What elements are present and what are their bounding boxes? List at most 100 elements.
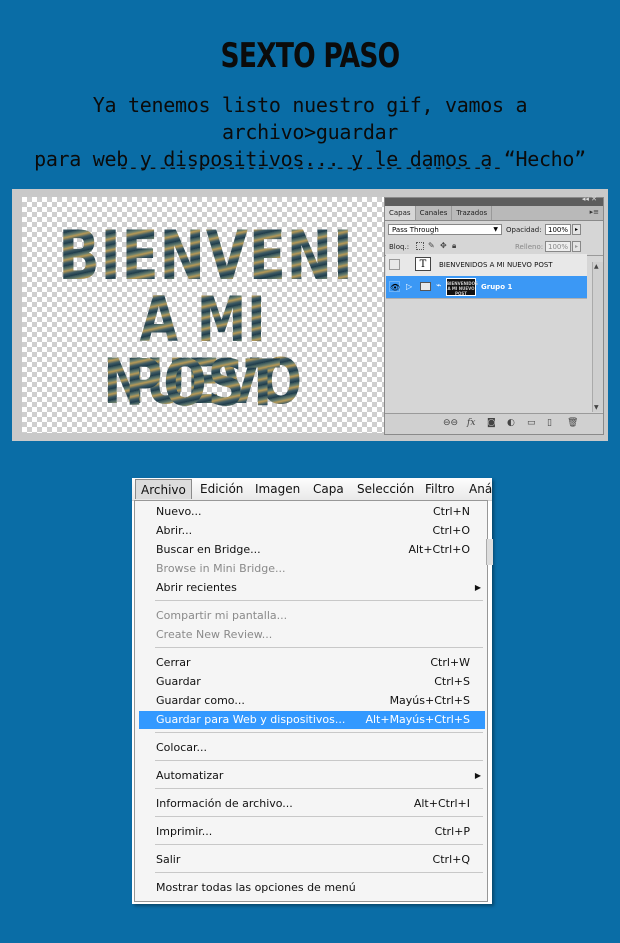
menu-separator [155,872,483,873]
file-dropdown-menu: Nuevo... Ctrl+N Abrir... Ctrl+O Buscar en … [134,500,493,902]
panel-tabs: Capas Canales Trazados ▸≡ [385,206,603,221]
menu-item-guardar-como[interactable]: Guardar como... Mayús+Ctrl+S [139,692,485,710]
scroll-down-icon[interactable]: ▼ [594,404,599,411]
fill-input[interactable]: 100% [545,241,571,252]
menu-item-label: Información de archivo... [156,797,293,810]
document-canvas[interactable]: BIENVENIDOS A MI NUEVO POST [22,197,384,433]
menu-item-guardar[interactable]: Guardar Ctrl+S [139,673,485,691]
new-layer-icon[interactable]: ▯ [547,418,552,428]
menu-item-guardar-web[interactable]: Guardar para Web y dispositivos... Alt+Ma… [139,711,485,729]
adjustment-icon[interactable]: ◐ [507,418,515,428]
blend-mode-select[interactable]: Pass Through ▼ [388,224,502,235]
opacity-label: Opacidad: [506,226,542,234]
menu-item-label: Buscar en Bridge... [156,543,261,556]
menu-item-shortcut: Ctrl+S [434,675,470,688]
menu-item-abrir[interactable]: Abrir... Ctrl+O [139,522,485,540]
menu-item-cerrar[interactable]: Cerrar Ctrl+W [139,654,485,672]
menu-item-informacion[interactable]: Información de archivo... Alt+Ctrl+I [139,795,485,813]
background-window-edge [486,539,493,565]
new-group-icon[interactable]: ▭ [527,418,536,428]
canvas-text-line-3: POST [58,352,348,416]
blend-mode-value: Pass Through [392,226,439,234]
menu-item-shortcut: Ctrl+O [432,524,470,537]
menu-item-label: Cerrar [156,656,191,669]
menu-seleccion[interactable]: Selección [357,482,414,496]
group-thumbnail: BIENVENIDOS A MI NUEVO POST [446,278,478,296]
menu-analisis[interactable]: Aná [469,482,492,496]
blend-row: Pass Through ▼ Opacidad: 100% ▸ [385,221,603,238]
menu-edicion[interactable]: Edición [200,482,243,496]
trash-icon[interactable]: 🗑︎ [567,418,578,428]
menu-item-shortcut: Alt+Ctrl+O [408,543,470,556]
tab-trazados[interactable]: Trazados [452,206,493,220]
menu-item-label: Compartir mi pantalla... [156,609,288,622]
panel-menu-icon[interactable]: ▸≡ [590,208,599,216]
lock-brush-icon[interactable]: ✎ [428,242,436,250]
menu-item-buscar-bridge[interactable]: Buscar en Bridge... Alt+Ctrl+O [139,541,485,559]
scroll-up-icon[interactable]: ▲ [594,263,599,270]
menu-item-nuevo[interactable]: Nuevo... Ctrl+N [139,503,485,521]
layer-name: BIENVENIDOS A MI NUEVO POST [439,261,553,269]
lock-move-icon[interactable]: ✥ [440,242,448,250]
submenu-arrow-icon: ▶ [474,771,481,780]
menu-separator [155,760,483,761]
menu-separator [155,600,483,601]
fill-stepper[interactable]: ▸ [572,241,581,252]
visibility-toggle[interactable] [389,259,400,270]
expand-triangle-icon[interactable]: ▷ [406,282,412,291]
menu-item-mostrar-todas[interactable]: Mostrar todas las opciones de menú [139,879,485,897]
folder-icon [420,282,431,291]
menu-item-imprimir[interactable]: Imprimir... Ctrl+P [139,823,485,841]
menu-item-label: Nuevo... [156,505,202,518]
canvas-text-line-1: BIENVENIDOS [58,217,384,296]
menu-item-label: Colocar... [156,741,207,754]
opacity-stepper[interactable]: ▸ [572,224,581,235]
layer-row-group[interactable]: 👁︎ ▷ ⌁ BIENVENIDOS A MI NUEVO POST Grupo… [386,276,587,299]
menu-item-label: Guardar como... [156,694,245,707]
photoshop-screenshot: BIENVENIDOS A MI NUEVO POST ◂◂ ✕ Capas C… [12,189,608,441]
lock-label: Bloq.: [389,243,410,251]
collapse-icon[interactable]: ◂◂ ✕ [582,195,597,203]
tab-canales[interactable]: Canales [416,206,453,220]
menu-item-label: Abrir recientes [156,581,237,594]
menu-separator [155,788,483,789]
menu-filtro[interactable]: Filtro [425,482,454,496]
menu-item-automatizar[interactable]: Automatizar ▶ [139,767,485,785]
layers-scrollbar[interactable]: ▲ ▼ [592,262,603,412]
menu-item-create-review: Create New Review... [139,626,485,644]
eye-icon[interactable]: 👁︎ [389,281,400,292]
fx-icon[interactable]: fx [467,418,475,428]
lock-icon[interactable]: 🔒︎ [452,242,460,250]
menu-separator [155,816,483,817]
menu-imagen[interactable]: Imagen [255,482,300,496]
submenu-arrow-icon: ▶ [474,583,481,592]
page-title: SEXTO PASO [220,36,401,76]
panel-titlebar: ◂◂ ✕ [385,195,603,206]
menu-item-label: Create New Review... [156,628,273,641]
chevron-down-icon: ▼ [493,226,498,233]
link-icon: ⌁ [436,281,442,291]
lock-transparency-icon[interactable] [416,242,424,250]
menu-item-mini-bridge: Browse in Mini Bridge... [139,560,485,578]
mask-icon[interactable]: ◙ [487,418,496,428]
menu-capa[interactable]: Capa [313,482,344,496]
tab-capas[interactable]: Capas [385,206,416,220]
menu-item-label: Automatizar [156,769,224,782]
menu-item-salir[interactable]: Salir Ctrl+Q [139,851,485,869]
dashed-separator: --------------------------------------- [118,157,503,178]
menu-item-abrir-recientes[interactable]: Abrir recientes ▶ [139,579,485,597]
file-menu-screenshot: Archivo Edición Imagen Capa Selección Fi… [132,478,493,904]
menu-item-shortcut: Alt+Ctrl+I [413,797,470,810]
menu-item-shortcut: Ctrl+Q [432,853,470,866]
menubar: Archivo Edición Imagen Capa Selección Fi… [132,478,492,501]
opacity-input[interactable]: 100% [545,224,571,235]
instructions-line-1: Ya tenemos listo nuestro gif, vamos a ar… [92,93,528,144]
menu-separator [155,732,483,733]
menu-item-label: Guardar para Web y dispositivos... [156,713,346,726]
menu-item-colocar[interactable]: Colocar... [139,739,485,757]
layer-row-text[interactable]: T BIENVENIDOS A MI NUEVO POST [386,254,587,277]
menu-item-shortcut: Ctrl+P [434,825,470,838]
link-layers-icon[interactable]: ⊖⊖ [443,418,458,428]
menu-archivo[interactable]: Archivo [135,479,192,499]
menu-item-compartir: Compartir mi pantalla... [139,607,485,625]
